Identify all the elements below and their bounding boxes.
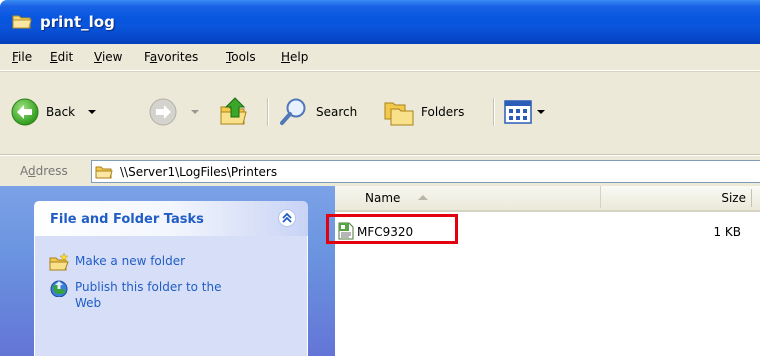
double-chevron-up-icon	[282, 212, 292, 223]
address-path: \\Server1\LogFiles\Printers	[120, 165, 278, 179]
name-column-label: Name	[365, 191, 401, 205]
sort-ascending-icon	[418, 195, 428, 200]
folders-icon	[384, 102, 414, 126]
task-publish-folder[interactable]: Publish this folder to the Web	[49, 279, 249, 311]
task-panel-body: Make a new folder Publish this folder to…	[34, 236, 308, 356]
search-button[interactable]: Search	[278, 97, 357, 127]
list-item[interactable]: MFC9320 1 KB	[326, 214, 760, 244]
views-button[interactable]	[503, 97, 546, 127]
column-header: Name Size	[335, 186, 760, 212]
back-arrow-icon	[11, 98, 39, 126]
task-pane: File and Folder Tasks Make a new folder	[0, 186, 335, 356]
views-icon	[504, 100, 532, 124]
address-bar: Address \\Server1\LogFiles\Printers	[0, 155, 760, 187]
file-name: MFC9320	[357, 225, 414, 239]
toolbar-separator	[493, 98, 495, 126]
size-column-header[interactable]: Size	[601, 186, 760, 208]
address-label: Address	[20, 164, 68, 178]
search-icon	[280, 98, 306, 125]
file-size: 1 KB	[713, 225, 741, 239]
up-folder-icon	[220, 97, 247, 125]
explorer-window: print_log File Edit View Favorites Tools…	[0, 0, 760, 356]
chevron-down-icon[interactable]	[87, 109, 97, 115]
log-file-icon	[338, 222, 354, 240]
toolbar-separator	[267, 98, 269, 126]
task-link[interactable]: Publish this folder to the Web	[75, 279, 249, 311]
file-list: Name Size MFC9320 1 KB	[326, 186, 760, 356]
file-folder-tasks-panel: File and Folder Tasks Make a new folder	[34, 201, 308, 356]
chevron-down-icon[interactable]	[190, 109, 200, 115]
search-label: Search	[316, 105, 358, 119]
folder-icon	[95, 166, 113, 179]
folders-label: Folders	[421, 105, 465, 119]
forward-button[interactable]	[148, 97, 200, 127]
forward-arrow-icon	[149, 98, 177, 126]
folder-icon	[12, 15, 32, 29]
menu-help[interactable]: Help	[281, 50, 308, 64]
title-bar[interactable]: print_log	[0, 0, 760, 44]
menu-view[interactable]: View	[94, 50, 122, 64]
chevron-down-icon[interactable]	[536, 109, 546, 115]
task-link[interactable]: Make a new folder	[75, 253, 185, 269]
name-column-header[interactable]: Name	[335, 186, 601, 208]
menu-edit[interactable]: Edit	[50, 50, 73, 64]
publish-web-icon	[50, 280, 68, 297]
toolbar: Back Search Folders	[0, 72, 760, 155]
task-panel-title: File and Folder Tasks	[50, 212, 204, 227]
size-column-label: Size	[721, 191, 746, 205]
back-button[interactable]: Back	[10, 97, 97, 127]
up-folder-button[interactable]	[218, 96, 250, 126]
column-divider	[751, 189, 752, 207]
address-input[interactable]: \\Server1\LogFiles\Printers	[91, 160, 760, 183]
collapse-button[interactable]	[278, 209, 296, 227]
folders-button[interactable]: Folders	[383, 97, 464, 127]
menu-file[interactable]: File	[12, 50, 32, 64]
menu-tools[interactable]: Tools	[226, 50, 256, 64]
task-make-new-folder[interactable]: Make a new folder	[49, 253, 185, 271]
new-folder-icon	[49, 253, 69, 271]
window-title: print_log	[40, 13, 115, 31]
task-panel-header[interactable]: File and Folder Tasks	[34, 201, 308, 236]
back-label: Back	[46, 105, 76, 119]
menu-bar: File Edit View Favorites Tools Help	[0, 44, 760, 71]
menu-favorites[interactable]: Favorites	[144, 50, 198, 64]
